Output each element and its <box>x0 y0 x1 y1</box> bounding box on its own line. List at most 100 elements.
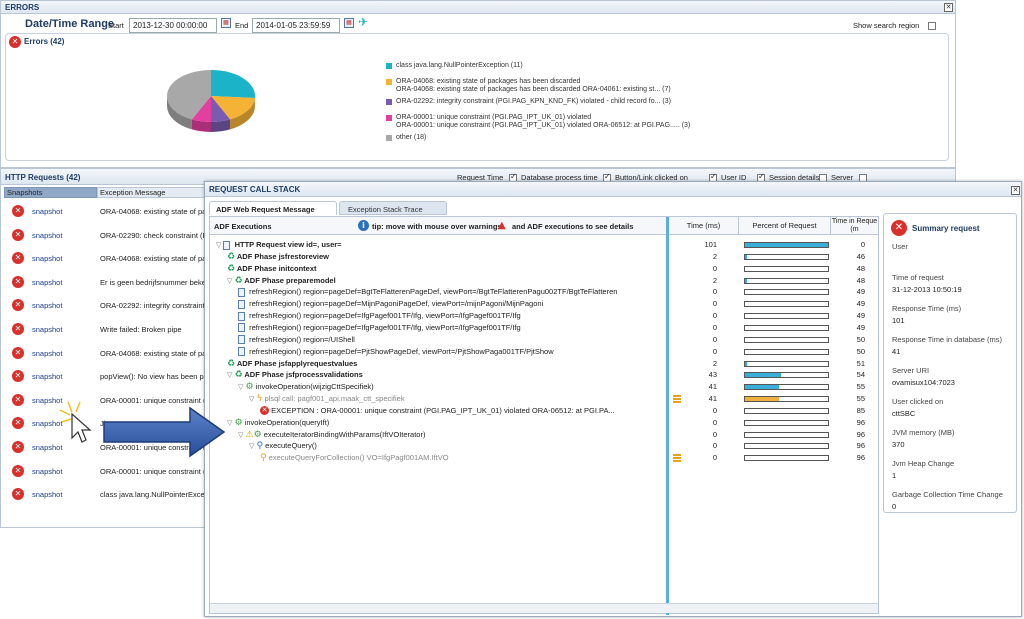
summary-field-value: cttSBC <box>892 409 916 418</box>
call-stack-row[interactable]: ⚲ executeQueryForCollection() VO=IfgPagf… <box>210 452 878 464</box>
execution-label: invokeOperation(wijzigCttSpecifiek) <box>255 382 374 392</box>
call-stack-row[interactable]: ♻ ADF Phase initcontext 0 48 <box>210 263 878 275</box>
time-column-header[interactable]: Time (ms) <box>669 217 739 235</box>
call-stack-row[interactable]: ▽ ⚙ invokeOperation(queryIft) 0 96 <box>210 417 878 429</box>
expand-toggle-icon[interactable]: ▽ <box>238 431 243 439</box>
time-in-request-column-header[interactable]: Time in Reque (m <box>831 217 878 235</box>
call-stack-row[interactable]: refreshRegion() region=pageDef=BgtTeFlat… <box>210 286 878 298</box>
recycle-icon: ♻ <box>234 370 243 381</box>
expand-toggle-icon[interactable]: ▽ <box>249 395 254 403</box>
snapshot-link[interactable]: snapshot <box>32 254 62 263</box>
execution-label: ADF Phase preparemodel <box>244 275 336 285</box>
table-row[interactable]: ✕ snapshot ORA-04068: existing state of pa <box>6 201 206 225</box>
summary-field-value: 0 <box>892 502 897 511</box>
summary-field-label: Response Time (ms) <box>892 304 962 313</box>
call-stack-row[interactable]: ♻ ADF Phase jsfapplyrequestvalues 2 51 <box>210 358 878 370</box>
legend-item: other (18) <box>386 134 706 142</box>
tab-exception-stack-trace[interactable]: Exception Stack Trace <box>339 201 447 215</box>
calendar-icon[interactable]: ▦ <box>221 18 231 28</box>
table-row[interactable]: ✕ snapshot popView(): No view has been p <box>6 366 206 390</box>
call-stack-row[interactable]: refreshRegion() region=pageDef=IfgPagef0… <box>210 310 878 322</box>
execution-label: ADF Phase jsfprocessvalidations <box>244 370 363 380</box>
summary-field-value: 41 <box>892 347 901 356</box>
execution-label: ADF Phase initcontext <box>236 263 317 273</box>
call-stack-row[interactable]: ▽ ⚙ invokeOperation(wijzigCttSpecifiek) 4… <box>210 381 878 393</box>
snapshots-column-header[interactable]: Snapshots <box>4 187 97 198</box>
call-stack-row[interactable]: ♻ ADF Phase jsfrestoreview 2 46 <box>210 251 878 263</box>
time-value: 0 <box>712 299 717 309</box>
call-stack-row[interactable]: ✕ EXCEPTION : ORA-00001: unique constrai… <box>210 405 878 417</box>
table-row[interactable]: ✕ snapshot ORA-04068: existing state of pa <box>6 343 206 367</box>
start-date-input[interactable]: 2013-12-30 00:00:00 <box>129 18 217 33</box>
pie-slice[interactable] <box>211 70 255 98</box>
call-stack-row[interactable]: ▽ ⚲ executeQuery() 0 96 <box>210 440 878 452</box>
call-stack-row[interactable]: refreshRegion() region=pageDef=MijnPagon… <box>210 298 878 310</box>
snapshot-link[interactable]: snapshot <box>32 372 62 381</box>
legend-label: ORA-04068: existing state of packages ha… <box>396 78 581 85</box>
table-row[interactable]: ✕ snapshot ORA-04068: existing state of pa <box>6 248 206 272</box>
table-row[interactable]: ✕ snapshot ORA-02292: integrity constraint <box>6 295 206 319</box>
errors-panel-title: ERRORS <box>5 3 40 12</box>
snapshot-link[interactable]: snapshot <box>32 231 62 240</box>
errors-panel-header: ERRORS <box>1 1 955 14</box>
snapshot-link[interactable]: snapshot <box>32 278 62 287</box>
error-icon: ✕ <box>12 441 24 453</box>
call-stack-row[interactable]: refreshRegion() region=pageDef=PjtShowPa… <box>210 346 878 358</box>
expand-toggle-icon[interactable]: ▽ <box>216 241 221 249</box>
close-icon[interactable]: ✕ <box>1011 186 1020 195</box>
page-icon <box>238 323 245 333</box>
percent-bar <box>744 253 829 260</box>
end-date-input[interactable]: 2014-01-05 23:59:59 <box>252 18 340 33</box>
percent-bar <box>744 242 829 248</box>
percent-bar <box>744 324 829 331</box>
legend-item: ORA-02292: integrity constraint (PGI.PAG… <box>386 98 706 106</box>
snapshot-link[interactable]: snapshot <box>32 349 62 358</box>
table-row[interactable]: ✕ snapshot ORA-02290: check constraint (F <box>6 225 207 249</box>
call-stack-row[interactable]: ▽ ϟ plsql call: pagf001_api.maak_ctt_spe… <box>210 393 878 405</box>
call-stack-row[interactable]: ▽ ⚠⚙ executeIteratorBindingWithParams(If… <box>210 429 878 441</box>
http-requests-table: ✕ snapshot ORA-04068: existing state of pa… <box>1 199 211 525</box>
time-in-request-value: 49 <box>856 311 865 321</box>
calendar-icon[interactable]: ▦ <box>344 18 354 28</box>
snapshot-link[interactable]: snapshot <box>32 207 62 216</box>
expand-toggle-icon[interactable]: ▽ <box>227 371 232 379</box>
horizontal-scrollbar[interactable] <box>210 603 878 613</box>
show-search-region-checkbox[interactable] <box>928 21 936 30</box>
summary-field-label: Time of request <box>892 273 944 282</box>
call-stack-row[interactable]: refreshRegion() region=pageDef=IfgPagef0… <box>210 322 878 334</box>
time-value: 43 <box>708 370 717 380</box>
snapshot-link[interactable]: snapshot <box>32 467 62 476</box>
percent-bar <box>744 407 829 414</box>
expand-toggle-icon[interactable]: ▽ <box>249 442 254 450</box>
call-stack-row[interactable]: ▽ ♻ ADF Phase jsfprocessvalidations 43 54 <box>210 369 878 381</box>
table-row[interactable]: ✕ snapshot class java.lang.NullPointerExce… <box>6 484 209 508</box>
call-stack-row[interactable]: ▽ ♻ ADF Phase preparemodel 2 48 <box>210 275 878 287</box>
call-stack-row[interactable]: refreshRegion() region=/UIShell 0 50 <box>210 334 878 346</box>
page-icon <box>238 299 245 309</box>
execution-label: refreshRegion() region=/UIShell <box>249 334 355 344</box>
time-in-request-value: 55 <box>856 382 865 392</box>
snapshot-link[interactable]: snapshot <box>32 490 62 499</box>
snapshot-link[interactable]: snapshot <box>32 443 62 452</box>
percent-column-header[interactable]: Percent of Request <box>739 217 831 235</box>
tab-adf-web-request[interactable]: ADF Web Request Message <box>209 201 337 215</box>
snapshot-link[interactable]: snapshot <box>32 301 62 310</box>
start-label: Start <box>108 21 124 30</box>
call-stack-row[interactable]: ▽ HTTP Request view id=, user= 101 0 <box>210 239 878 251</box>
time-in-request-value: 96 <box>856 429 865 439</box>
execution-label: ADF Phase jsfrestoreview <box>236 251 330 261</box>
table-row[interactable]: ✕ snapshot Er is geen bedrijfsnummer beker <box>6 272 208 296</box>
expand-toggle-icon[interactable]: ▽ <box>227 277 232 285</box>
exception-column-header[interactable]: Exception Message <box>97 187 207 198</box>
close-icon[interactable]: ✕ <box>944 3 953 12</box>
time-in-request-value: 85 <box>856 405 865 415</box>
snapshot-link[interactable]: snapshot <box>32 325 62 334</box>
table-row[interactable]: ✕ snapshot ORA-00001: unique constraint ( <box>6 461 206 485</box>
table-row[interactable]: ✕ snapshot Write failed: Broken pipe <box>6 319 206 343</box>
show-search-region-label: Show search region <box>853 21 920 30</box>
error-icon: ✕ <box>12 488 24 501</box>
percent-bar <box>744 372 829 379</box>
legend-swatch <box>386 79 392 85</box>
expand-toggle-icon[interactable]: ▽ <box>238 383 243 391</box>
run-search-icon[interactable]: ✈ <box>358 15 368 29</box>
